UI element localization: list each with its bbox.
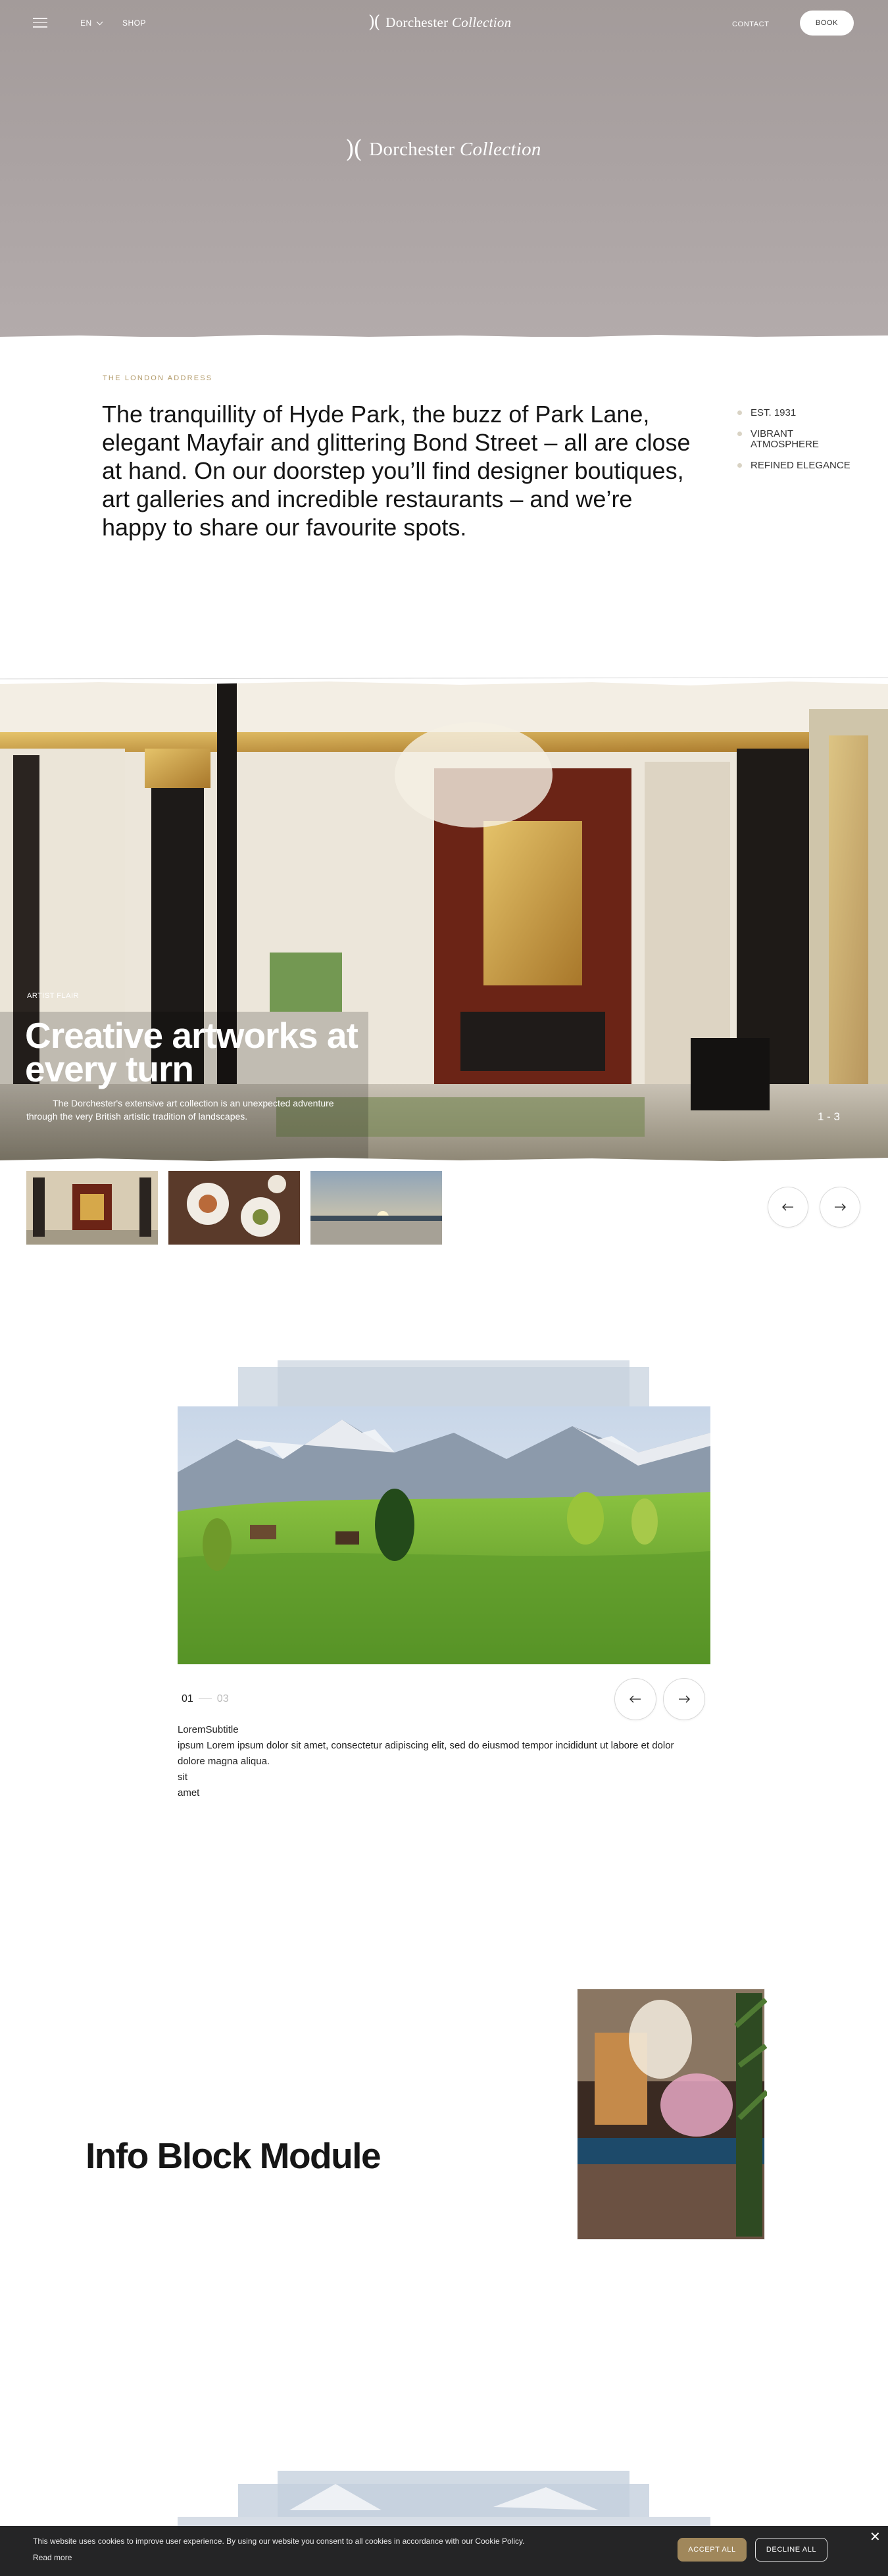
thumbnail-dining[interactable] bbox=[168, 1171, 300, 1245]
facts-list: EST. 1931 VIBRANT ATMOSPHERE REFINED ELE… bbox=[737, 408, 856, 482]
prev-slide-button[interactable] bbox=[768, 1187, 808, 1227]
section-eyebrow: THE LONDON ADDRESS bbox=[103, 374, 213, 382]
current-slide: 01 bbox=[182, 1693, 193, 1704]
brand-secondary: Collection bbox=[451, 14, 512, 30]
torn-edge-divider bbox=[0, 1158, 888, 1170]
language-label: EN bbox=[80, 18, 92, 28]
thumbnail-lobby[interactable] bbox=[26, 1171, 158, 1245]
slide-counter: 01 03 bbox=[182, 1693, 229, 1705]
decline-cookies-button[interactable]: DECLINE ALL bbox=[755, 2538, 827, 2562]
language-selector[interactable]: EN bbox=[80, 18, 103, 28]
menu-icon[interactable] bbox=[33, 18, 47, 28]
hero-brand-primary: Dorchester bbox=[369, 139, 455, 160]
fact-item: EST. 1931 bbox=[737, 408, 856, 418]
logo-mark-icon: )( bbox=[345, 136, 362, 163]
arrow-left-icon bbox=[629, 1695, 641, 1703]
slide-line: amet bbox=[178, 1787, 200, 1798]
arrow-right-icon bbox=[835, 1203, 846, 1211]
cookie-message: This website uses cookies to improve use… bbox=[33, 2537, 525, 2546]
art-eyebrow: ARTIST FLAIR bbox=[27, 992, 79, 1000]
fact-item: REFINED ELEGANCE bbox=[737, 460, 856, 471]
mountain-landscape-image[interactable] bbox=[178, 1360, 710, 1664]
next-slide-button[interactable] bbox=[820, 1187, 860, 1227]
close-icon[interactable]: ✕ bbox=[870, 2529, 881, 2545]
contact-link[interactable]: CONTACT bbox=[732, 20, 770, 28]
hero-logo: )( Dorchester Collection bbox=[345, 136, 541, 163]
book-button[interactable]: BOOK bbox=[800, 11, 854, 36]
brand-primary: Dorchester bbox=[385, 14, 449, 30]
hotel-lobby-image bbox=[0, 670, 888, 1164]
torn-edge-divider bbox=[0, 670, 888, 685]
slide-counter: 1 - 3 bbox=[818, 1110, 841, 1123]
mountain-landscape-preview bbox=[178, 2471, 710, 2530]
hero-brand-secondary: Collection bbox=[459, 139, 541, 160]
slide-text: LoremSubtitle ipsum Lorem ipsum dolor si… bbox=[178, 1722, 691, 1801]
intro-paragraph: The tranquillity of Hyde Park, the buzz … bbox=[102, 401, 691, 541]
bar-interior-image bbox=[577, 1989, 767, 2240]
accept-cookies-button[interactable]: ACCEPT ALL bbox=[678, 2538, 747, 2562]
info-block-title: Info Block Module bbox=[86, 2135, 382, 2176]
art-description: The Dorchester's extensive art collectio… bbox=[26, 1098, 334, 1122]
header-logo[interactable]: )( Dorchester Collection bbox=[368, 12, 511, 33]
art-title: Creative artworks at every turn bbox=[25, 1015, 358, 1089]
chevron-down-icon bbox=[96, 18, 103, 26]
total-slides: 03 bbox=[216, 1693, 229, 1704]
torn-edge-divider bbox=[0, 335, 888, 341]
logo-mark-icon: )( bbox=[368, 12, 380, 32]
cookie-banner: This website uses cookies to improve use… bbox=[0, 2526, 888, 2576]
shop-link[interactable]: SHOP bbox=[122, 18, 146, 28]
slide-body: ipsum Lorem ipsum dolor sit amet, consec… bbox=[178, 1740, 674, 1767]
slide-subtitle: LoremSubtitle bbox=[178, 1724, 239, 1735]
arrow-left-icon bbox=[782, 1203, 793, 1211]
cookie-read-more-link[interactable]: Read more bbox=[33, 2553, 72, 2562]
stack-prev-button[interactable] bbox=[614, 1678, 656, 1720]
fact-item: VIBRANT ATMOSPHERE bbox=[737, 429, 856, 450]
stack-next-button[interactable] bbox=[663, 1678, 705, 1720]
hero-section: EN SHOP )( Dorchester Collection CONTACT… bbox=[0, 0, 888, 341]
thumbnail-sunset[interactable] bbox=[310, 1171, 442, 1245]
slide-line: sit bbox=[178, 1771, 187, 1783]
arrow-right-icon bbox=[679, 1695, 690, 1703]
art-carousel bbox=[0, 670, 888, 1170]
